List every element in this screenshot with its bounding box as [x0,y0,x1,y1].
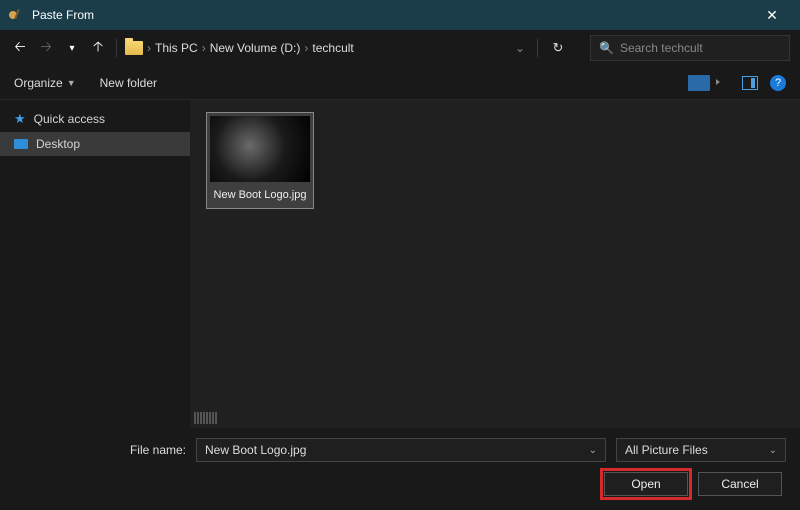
filename-input[interactable]: New Boot Logo.jpg ⌄ [196,438,606,462]
sidebar: ★ Quick access Desktop [0,100,190,428]
titlebar: Paste From ✕ [0,0,800,30]
preview-pane-button[interactable] [742,76,758,90]
chevron-right-icon: › [304,41,308,55]
breadcrumb[interactable]: › This PC › New Volume (D:) › techcult [125,41,505,55]
organize-label: Organize [14,76,63,90]
recent-dropdown[interactable]: ▾ [62,43,82,54]
chevron-right-icon: › [202,41,206,55]
new-folder-button[interactable]: New folder [100,76,157,90]
crumb-volume[interactable]: New Volume (D:) [210,41,301,55]
cancel-button[interactable]: Cancel [698,472,782,496]
folder-icon [125,41,143,55]
open-button[interactable]: Open [604,472,688,496]
dialog-footer: File name: New Boot Logo.jpg ⌄ All Pictu… [0,428,800,510]
filter-value: All Picture Files [625,443,708,457]
crumb-folder[interactable]: techcult [312,41,353,55]
search-input[interactable]: 🔍 Search techcult [590,35,790,61]
chevron-down-icon: ▼ [67,78,76,88]
crumb-this-pc[interactable]: This PC [155,41,198,55]
close-button[interactable]: ✕ [752,7,792,24]
separator [537,39,538,57]
view-options[interactable] [688,75,710,91]
sidebar-item-desktop[interactable]: Desktop [0,132,190,156]
separator [116,39,117,57]
help-button[interactable]: ? [770,75,786,91]
sidebar-item-quick-access[interactable]: ★ Quick access [0,106,190,132]
search-placeholder: Search techcult [620,41,703,55]
search-icon: 🔍 [599,41,614,55]
star-icon: ★ [14,111,26,127]
up-button[interactable]: 🡡 [88,36,108,60]
filename-label: File name: [14,443,186,457]
main-area: ★ Quick access Desktop New Boot Logo.jpg [0,100,800,428]
nav-bar: 🡠 🡢 ▾ 🡡 › This PC › New Volume (D:) › te… [0,30,800,66]
file-thumbnail [210,116,310,182]
desktop-icon [14,139,28,149]
window-title: Paste From [32,8,752,22]
file-name: New Boot Logo.jpg [210,188,310,202]
sidebar-item-label: Desktop [36,137,80,151]
filetype-filter[interactable]: All Picture Files ⌄ [616,438,786,462]
back-button[interactable]: 🡠 [10,36,30,60]
app-icon [8,7,24,23]
toolbar: Organize ▼ New folder ? [0,66,800,100]
filename-value: New Boot Logo.jpg [205,443,306,457]
file-item[interactable]: New Boot Logo.jpg [206,112,314,209]
chevron-down-icon[interactable]: ⌄ [769,445,777,456]
chevron-right-icon: › [147,41,151,55]
chevron-down-icon[interactable]: ⌄ [589,445,597,456]
organize-menu[interactable]: Organize ▼ [14,76,76,90]
sidebar-item-label: Quick access [34,112,105,126]
resize-grip[interactable] [194,412,234,424]
file-list[interactable]: New Boot Logo.jpg [190,100,800,428]
refresh-button[interactable]: ↻ [546,40,570,56]
address-dropdown[interactable]: ⌄ [511,41,529,55]
new-folder-label: New folder [100,76,157,90]
forward-button[interactable]: 🡢 [36,36,56,60]
